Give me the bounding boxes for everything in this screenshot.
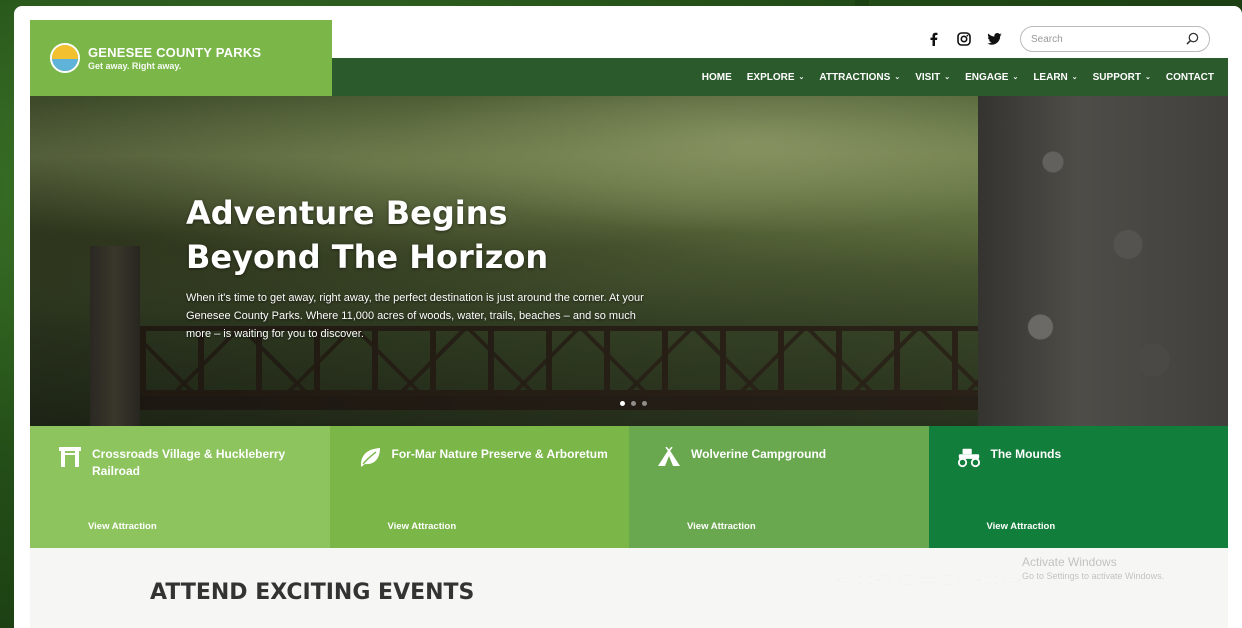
search-icon[interactable] [1186,30,1199,49]
carousel-dot[interactable] [642,401,647,406]
attraction-tiles: Crossroads Village & Huckleberry Railroa… [30,426,1228,548]
chevron-down-icon: ⌄ [1144,74,1151,81]
tile-title: The Mounds [990,447,1062,461]
nav-home[interactable]: HOME [702,72,732,83]
view-attraction-link[interactable]: View Attraction [388,521,457,532]
brand-title: GENESEE COUNTY PARKS [88,45,262,60]
view-attraction-link[interactable]: View Attraction [687,521,756,532]
logo-icon [50,43,80,73]
offroad-vehicle-icon [957,446,981,468]
nav-support[interactable]: SUPPORT ⌄ [1093,72,1151,83]
top-utility-bar [332,20,1228,58]
tent-icon [657,446,681,468]
chevron-down-icon: ⌄ [894,74,901,81]
gate-icon [58,446,82,468]
nav-engage[interactable]: ENGAGE ⌄ [965,72,1018,83]
chevron-down-icon: ⌄ [1071,74,1078,81]
chevron-down-icon: ⌄ [798,74,805,81]
nav-explore[interactable]: EXPLORE ⌄ [747,72,805,83]
chevron-down-icon: ⌄ [944,74,951,81]
hero-description: When it's time to get away, right away, … [186,292,644,340]
tile-title: Wolverine Campground [691,447,827,461]
activate-windows-watermark: Activate Windows Go to Settings to activ… [1022,555,1165,581]
site-logo[interactable]: GENESEE COUNTY PARKS Get away. Right awa… [30,20,332,96]
facebook-icon[interactable] [926,31,942,47]
tile-title: Crossroads Village & Huckleberry Railroa… [92,447,286,478]
chevron-down-icon: ⌄ [1012,74,1019,81]
nav-visit[interactable]: VISIT ⌄ [915,72,950,83]
carousel-dot[interactable] [631,401,636,406]
attraction-tile-mounds[interactable]: The Mounds View Attraction [928,426,1228,548]
attraction-tile-crossroads[interactable]: Crossroads Village & Huckleberry Railroa… [30,426,330,548]
carousel-dots [620,401,647,406]
view-attraction-link[interactable]: View Attraction [88,521,157,532]
hero-banner: Adventure Begins Beyond The Horizon When… [30,96,1228,426]
search-input[interactable] [1031,33,1171,45]
hero-content: Adventure Begins Beyond The Horizon When… [186,191,656,343]
attraction-tile-formar[interactable]: For-Mar Nature Preserve & Arboretum View… [329,426,629,548]
nav-contact[interactable]: CONTACT [1166,72,1214,83]
view-attraction-link[interactable]: View Attraction [987,521,1056,532]
search-box[interactable] [1020,26,1210,52]
main-navigation: HOME EXPLORE ⌄ ATTRACTIONS ⌄ VISIT ⌄ ENGAGE… [332,58,1228,96]
leaf-icon [358,446,382,468]
tile-title: For-Mar Nature Preserve & Arboretum [391,447,608,461]
carousel-dot[interactable] [620,401,625,406]
twitter-icon[interactable] [986,31,1002,47]
events-heading: ATTEND EXCITING EVENTS [150,580,475,605]
nav-learn[interactable]: LEARN ⌄ [1033,72,1077,83]
hero-title: Adventure Begins Beyond The Horizon [186,194,549,276]
attraction-tile-wolverine[interactable]: Wolverine Campground View Attraction [629,426,929,548]
instagram-icon[interactable] [956,31,972,47]
social-links [926,31,1002,47]
nav-attractions[interactable]: ATTRACTIONS ⌄ [819,72,900,83]
brand-tagline: Get away. Right away. [88,61,182,71]
